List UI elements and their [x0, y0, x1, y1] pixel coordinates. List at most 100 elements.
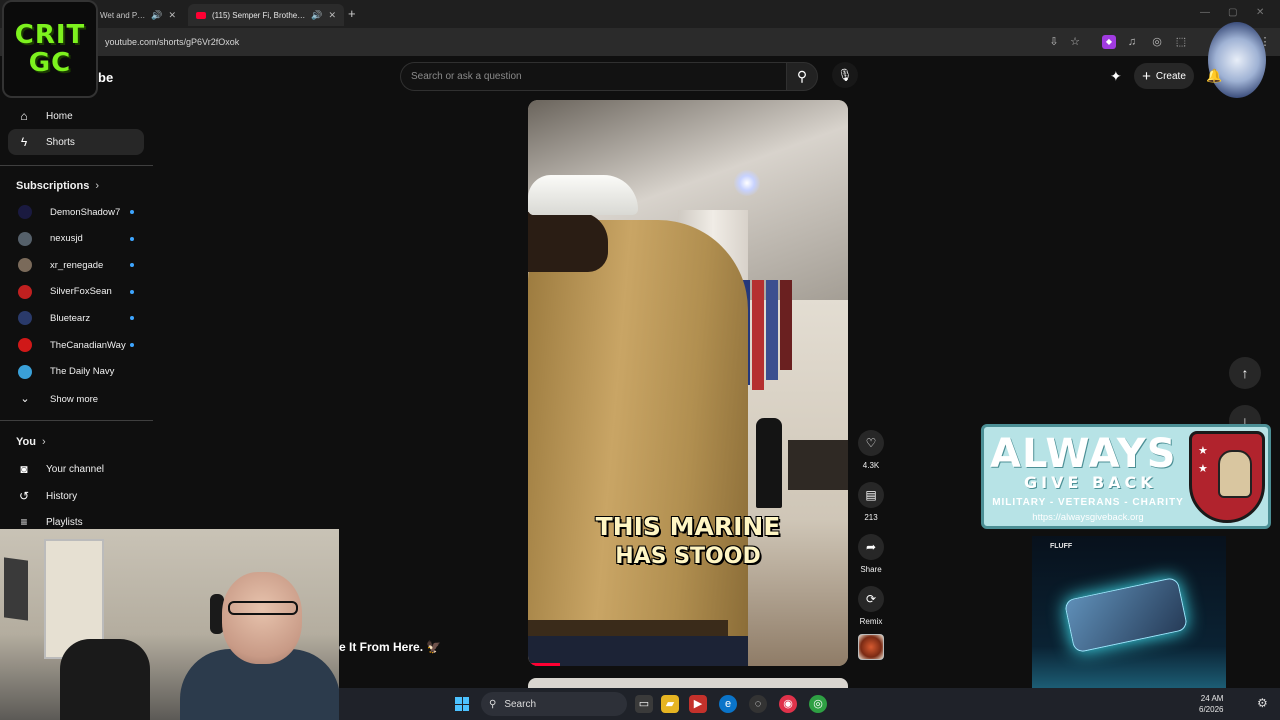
subscription-item[interactable]: SilverFoxSean	[8, 279, 144, 305]
channel-avatar	[18, 231, 32, 246]
channel-avatar	[18, 364, 32, 379]
remix-label: Remix	[859, 617, 883, 626]
show-more-button[interactable]: ⌄ Show more	[8, 386, 144, 412]
maximize-icon[interactable]: ▢	[1228, 7, 1237, 18]
channel-avatar	[18, 205, 32, 219]
new-content-dot	[130, 210, 134, 214]
chevron-down-icon: ⌄	[20, 393, 30, 405]
sidebar-item-label: Shorts	[46, 136, 75, 148]
windows-start-icon[interactable]	[455, 697, 469, 711]
file-explorer-icon[interactable]: ▰	[661, 695, 679, 713]
sidebar-item-shorts[interactable]: ϟ Shorts	[8, 129, 144, 155]
channel-avatar[interactable]	[858, 634, 884, 660]
promo-brand: FLUFF	[1050, 543, 1073, 550]
subscriptions-heading[interactable]: Subscriptions ›	[16, 180, 99, 192]
sidebar-item-label: Playlists	[46, 516, 83, 528]
video-belt	[528, 620, 728, 636]
task-view-icon[interactable]: ▭	[635, 695, 653, 713]
share-button[interactable]: ➦ Share	[858, 534, 884, 574]
gear-icon[interactable]: ⚙	[1257, 696, 1268, 710]
close-window-icon[interactable]: ✕	[1256, 7, 1264, 18]
subscription-item[interactable]: nexusjd	[8, 226, 144, 252]
heart-icon: ♡	[858, 430, 884, 456]
comments-button[interactable]: ▤ 213	[858, 482, 884, 522]
remix-button[interactable]: ⟳ Remix	[858, 586, 884, 626]
video-progress-bar[interactable]	[528, 663, 560, 666]
like-button[interactable]: ♡ 4.3K	[858, 430, 884, 470]
share-label: Share	[860, 565, 882, 574]
tab-title: (115) Semper Fi, Brother. W	[212, 10, 306, 20]
shorts-icon: ϟ	[20, 135, 28, 149]
close-icon[interactable]: ✕	[168, 10, 176, 21]
app-icon[interactable]: ◌	[749, 695, 767, 713]
shield-logo: ★ ★	[1189, 431, 1265, 523]
microphone-icon[interactable]: 🎙	[832, 62, 858, 88]
subscription-item[interactable]: DemonShadow7	[8, 199, 144, 225]
subscription-item[interactable]: The Daily Navy	[8, 359, 144, 385]
caption-line: THIS MARINE	[595, 512, 781, 541]
search-icon[interactable]: ⚲	[786, 62, 818, 91]
media-icon[interactable]: ♫	[1125, 35, 1139, 49]
history-icon: ↺	[18, 489, 30, 503]
share-icon: ➦	[858, 534, 884, 560]
subscription-name: The Daily Navy	[50, 366, 115, 378]
create-button[interactable]: + Create	[1134, 63, 1194, 89]
sidebar-item-label: Home	[46, 110, 73, 122]
subscription-name: xr_renegade	[50, 259, 104, 271]
new-tab-button[interactable]: +	[348, 6, 356, 21]
short-video-player[interactable]	[528, 100, 848, 666]
taskbar-clock[interactable]: 24 AM 6/2026	[1199, 693, 1223, 715]
subscription-name: Bluetearz	[50, 312, 91, 324]
browser-tab-active[interactable]: (115) Semper Fi, Brother. W 🔊 ✕	[188, 4, 344, 26]
tab-title: Wet and Play	[100, 10, 146, 20]
bookmark-star-icon[interactable]: ☆	[1068, 35, 1082, 49]
sidebar-item-your-channel[interactable]: ◙ Your channel	[8, 456, 144, 482]
logo-text: GC	[28, 48, 72, 78]
channel-avatar	[18, 311, 32, 326]
app-icon[interactable]: ▶	[689, 695, 707, 713]
chrome-icon[interactable]: ◎	[809, 695, 827, 713]
taskbar-search[interactable]: ⚲ Search	[481, 692, 627, 716]
banner-tagline: MILITARY - VETERANS - CHARITY	[992, 497, 1184, 508]
minimize-icon[interactable]: —	[1200, 7, 1210, 18]
sidebar-item-home[interactable]: ⌂ Home	[8, 103, 144, 129]
sidebar-item-history[interactable]: ↺ History	[8, 483, 144, 509]
always-give-back-banner: ALWAYS GIVE BACK MILITARY - VETERANS - C…	[981, 424, 1271, 529]
soldier-icon	[1218, 450, 1252, 498]
extension-icon[interactable]: ◆	[1102, 35, 1116, 49]
browser-tab[interactable]: Wet and Play 🔊 ✕	[92, 4, 184, 26]
app-icon[interactable]: ◉	[779, 695, 797, 713]
divider	[0, 420, 153, 421]
star-icon: ★	[1198, 463, 1208, 475]
search-input[interactable]: Search or ask a question	[400, 62, 786, 91]
previous-short-button[interactable]: ↑	[1229, 357, 1261, 389]
you-heading[interactable]: You ›	[16, 436, 46, 448]
new-content-dot	[130, 316, 134, 321]
speaker-icon[interactable]: 🔊	[311, 10, 322, 21]
ai-tools-icon[interactable]: ✦	[1110, 68, 1122, 85]
video-seating	[788, 440, 848, 490]
subscription-item[interactable]: xr_renegade	[8, 252, 144, 278]
subscription-item[interactable]: TheCanadianWay	[8, 332, 144, 358]
streamer-logo: CRIT GC	[2, 0, 98, 98]
notifications-icon[interactable]: 🔔	[1206, 68, 1222, 84]
emblem-avatar[interactable]	[1208, 22, 1266, 98]
speaker-icon[interactable]: 🔊	[151, 10, 162, 21]
search-icon: ⚲	[489, 698, 497, 710]
url-field[interactable]: youtube.com/shorts/gP6Vr2fOxok	[105, 37, 239, 47]
clock-time: 24 AM	[1200, 694, 1224, 703]
plus-icon: +	[1142, 67, 1151, 85]
taskbar-search-label: Search	[504, 698, 537, 710]
banner-subtitle: GIVE BACK	[1024, 473, 1157, 492]
video-cap	[528, 175, 638, 215]
subscription-item[interactable]: Bluetearz	[8, 305, 144, 331]
youtube-logo[interactable]: be	[98, 70, 113, 85]
caption-line: HAS STOOD	[615, 544, 761, 569]
close-icon[interactable]: ✕	[328, 10, 336, 21]
install-icon[interactable]: ⇩	[1047, 35, 1061, 49]
edge-icon[interactable]: e	[719, 695, 737, 713]
subscription-name: DemonShadow7	[50, 206, 121, 218]
puzzle-icon[interactable]: ⬚	[1174, 35, 1188, 49]
channel-avatar	[18, 338, 32, 352]
shield-extension-icon[interactable]: ◎	[1150, 35, 1164, 49]
